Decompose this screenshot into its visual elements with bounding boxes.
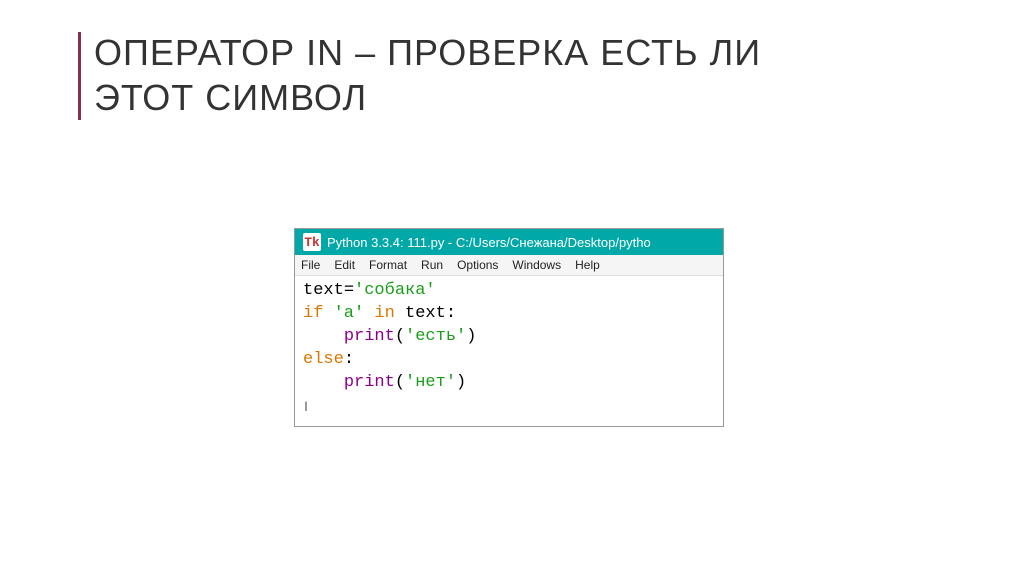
code-indent — [303, 327, 344, 346]
code-token: ) — [466, 327, 476, 346]
code-token: if — [303, 304, 323, 323]
code-token: else — [303, 350, 344, 369]
code-token: ) — [456, 373, 466, 392]
code-token: : — [344, 350, 354, 369]
menu-bar: File Edit Format Run Options Windows Hel… — [295, 255, 723, 276]
window-title-bar: Tk Python 3.3.4: 111.py - C:/Users/Снежа… — [295, 229, 723, 255]
code-token: 'нет' — [405, 373, 456, 392]
slide-title: ОПЕРАТОР IN – ПРОВЕРКА ЕСТЬ ЛИ ЭТОТ СИМВ… — [94, 30, 761, 120]
code-editor-area[interactable]: text='собака' if 'а' in text: print('ест… — [295, 276, 723, 426]
menu-run[interactable]: Run — [421, 258, 443, 272]
menu-format[interactable]: Format — [369, 258, 407, 272]
code-indent — [303, 373, 344, 392]
code-token: print — [344, 373, 395, 392]
title-accent-bar — [78, 32, 81, 120]
python-idle-window: Tk Python 3.3.4: 111.py - C:/Users/Снежа… — [294, 228, 724, 427]
window-title-text: Python 3.3.4: 111.py - C:/Users/Снежана/… — [327, 235, 651, 250]
code-token: 'собака' — [354, 281, 436, 300]
title-line-1: ОПЕРАТОР IN – ПРОВЕРКА ЕСТЬ ЛИ — [94, 32, 761, 73]
text-cursor: | — [303, 402, 309, 413]
code-token: = — [344, 281, 354, 300]
title-line-2: ЭТОТ СИМВОЛ — [94, 77, 367, 118]
tk-app-icon: Tk — [303, 233, 321, 251]
menu-file[interactable]: File — [301, 258, 320, 272]
menu-help[interactable]: Help — [575, 258, 600, 272]
code-token: ( — [395, 327, 405, 346]
menu-edit[interactable]: Edit — [334, 258, 355, 272]
menu-windows[interactable]: Windows — [512, 258, 561, 272]
code-token: 'есть' — [405, 327, 466, 346]
code-token: ( — [395, 373, 405, 392]
code-token: print — [344, 327, 395, 346]
code-token: 'а' — [334, 304, 365, 323]
code-token: text — [303, 281, 344, 300]
code-token: text — [405, 304, 446, 323]
menu-options[interactable]: Options — [457, 258, 498, 272]
code-token: : — [446, 304, 456, 323]
code-token: in — [374, 304, 394, 323]
